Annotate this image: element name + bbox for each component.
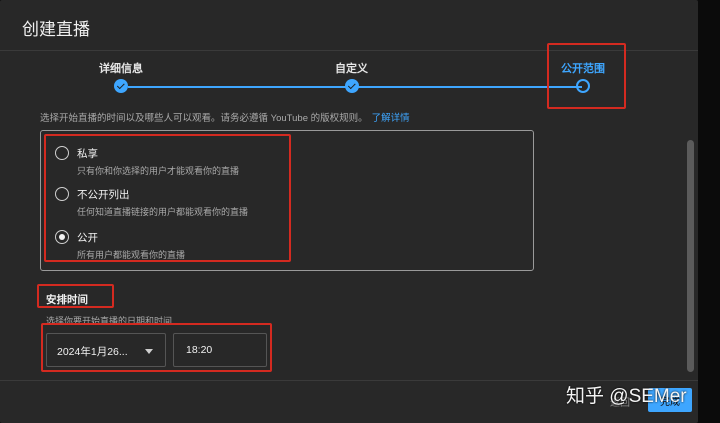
step-customize-label[interactable]: 自定义 [335, 60, 368, 76]
learn-more-link[interactable]: 了解详情 [372, 113, 410, 124]
annotation-box-options [44, 134, 291, 262]
stepper-line-1 [128, 86, 352, 88]
dialog-title: 创建直播 [22, 20, 90, 39]
annotation-box-schedule-title [37, 284, 114, 308]
annotation-box-visibility-step [547, 43, 626, 109]
step-customize-check-icon[interactable] [345, 79, 359, 93]
step-details-check-icon[interactable] [114, 79, 128, 93]
visibility-description-text: 选择开始直播的时间以及哪些人可以观看。请务必遵循 YouTube 的版权规则。 [40, 113, 368, 124]
scrollbar[interactable] [687, 140, 694, 372]
annotation-box-schedule-inputs [41, 323, 272, 372]
visibility-description: 选择开始直播的时间以及哪些人可以观看。请务必遵循 YouTube 的版权规则。了… [40, 110, 410, 124]
watermark: 知乎 @SEMer [566, 386, 687, 407]
step-details-label[interactable]: 详细信息 [99, 60, 143, 76]
